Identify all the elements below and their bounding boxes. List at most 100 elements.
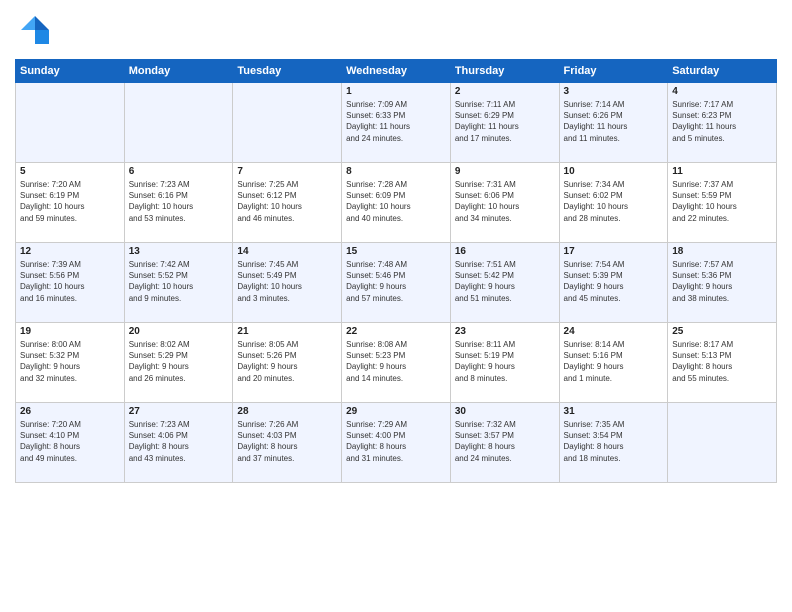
day-number: 23	[455, 326, 555, 337]
day-number: 30	[455, 406, 555, 417]
day-number: 20	[129, 326, 229, 337]
cell-sun-info: Sunrise: 7:34 AM Sunset: 6:02 PM Dayligh…	[564, 179, 664, 224]
day-number: 1	[346, 86, 446, 97]
weekday-header-monday: Monday	[124, 60, 233, 83]
week-row-3: 12 Sunrise: 7:39 AM Sunset: 5:56 PM Dayli…	[16, 243, 777, 323]
day-number: 26	[20, 406, 120, 417]
calendar-cell: 4 Sunrise: 7:17 AM Sunset: 6:23 PM Daylig…	[668, 83, 777, 163]
calendar-cell: 5 Sunrise: 7:20 AM Sunset: 6:19 PM Daylig…	[16, 163, 125, 243]
weekday-row: SundayMondayTuesdayWednesdayThursdayFrid…	[16, 60, 777, 83]
calendar-cell: 15 Sunrise: 7:48 AM Sunset: 5:46 PM Dayli…	[342, 243, 451, 323]
cell-sun-info: Sunrise: 7:20 AM Sunset: 6:19 PM Dayligh…	[20, 179, 120, 224]
cell-sun-info: Sunrise: 7:29 AM Sunset: 4:00 PM Dayligh…	[346, 419, 446, 464]
weekday-header-thursday: Thursday	[450, 60, 559, 83]
calendar-cell: 9Sunrise: 7:31 AM Sunset: 6:06 PM Daylig…	[450, 163, 559, 243]
calendar-table: SundayMondayTuesdayWednesdayThursdayFrid…	[15, 59, 777, 483]
day-number: 5	[20, 166, 120, 177]
calendar-cell: 25 Sunrise: 8:17 AM Sunset: 5:13 PM Dayli…	[668, 323, 777, 403]
day-number: 15	[346, 246, 446, 257]
calendar-cell: 10 Sunrise: 7:34 AM Sunset: 6:02 PM Dayli…	[559, 163, 668, 243]
day-number: 13	[129, 246, 229, 257]
cell-sun-info: Sunrise: 7:57 AM Sunset: 5:36 PM Dayligh…	[672, 259, 772, 304]
calendar-cell: 24 Sunrise: 8:14 AM Sunset: 5:16 PM Dayli…	[559, 323, 668, 403]
day-number: 27	[129, 406, 229, 417]
cell-sun-info: Sunrise: 7:20 AM Sunset: 4:10 PM Dayligh…	[20, 419, 120, 464]
calendar-cell	[16, 83, 125, 163]
cell-sun-info: Sunrise: 8:02 AM Sunset: 5:29 PM Dayligh…	[129, 339, 229, 384]
day-number: 6	[129, 166, 229, 177]
calendar-cell: 27 Sunrise: 7:23 AM Sunset: 4:06 PM Dayli…	[124, 403, 233, 483]
calendar-cell: 20 Sunrise: 8:02 AM Sunset: 5:29 PM Dayli…	[124, 323, 233, 403]
calendar-cell: 17 Sunrise: 7:54 AM Sunset: 5:39 PM Dayli…	[559, 243, 668, 323]
cell-sun-info: Sunrise: 8:11 AM Sunset: 5:19 PM Dayligh…	[455, 339, 555, 384]
day-number: 31	[564, 406, 664, 417]
weekday-header-tuesday: Tuesday	[233, 60, 342, 83]
weekday-header-saturday: Saturday	[668, 60, 777, 83]
cell-sun-info: Sunrise: 7:42 AM Sunset: 5:52 PM Dayligh…	[129, 259, 229, 304]
cell-sun-info: Sunrise: 8:05 AM Sunset: 5:26 PM Dayligh…	[237, 339, 337, 384]
cell-sun-info: Sunrise: 7:14 AM Sunset: 6:26 PM Dayligh…	[564, 99, 664, 144]
calendar-cell: 26 Sunrise: 7:20 AM Sunset: 4:10 PM Dayli…	[16, 403, 125, 483]
calendar-cell: 2 Sunrise: 7:11 AM Sunset: 6:29 PM Daylig…	[450, 83, 559, 163]
weekday-header-friday: Friday	[559, 60, 668, 83]
cell-sun-info: Sunrise: 7:39 AM Sunset: 5:56 PM Dayligh…	[20, 259, 120, 304]
weekday-header-sunday: Sunday	[16, 60, 125, 83]
weekday-header-wednesday: Wednesday	[342, 60, 451, 83]
day-number: 22	[346, 326, 446, 337]
calendar-cell: 18 Sunrise: 7:57 AM Sunset: 5:36 PM Dayli…	[668, 243, 777, 323]
cell-sun-info: Sunrise: 7:09 AM Sunset: 6:33 PM Dayligh…	[346, 99, 446, 144]
calendar-cell: 1 Sunrise: 7:09 AM Sunset: 6:33 PM Daylig…	[342, 83, 451, 163]
calendar-container: SundayMondayTuesdayWednesdayThursdayFrid…	[0, 0, 792, 488]
cell-sun-info: Sunrise: 8:14 AM Sunset: 5:16 PM Dayligh…	[564, 339, 664, 384]
cell-sun-info: Sunrise: 8:00 AM Sunset: 5:32 PM Dayligh…	[20, 339, 120, 384]
day-number: 25	[672, 326, 772, 337]
calendar-cell: 22Sunrise: 8:08 AM Sunset: 5:23 PM Dayli…	[342, 323, 451, 403]
day-number: 11	[672, 166, 772, 177]
cell-sun-info: Sunrise: 7:28 AM Sunset: 6:09 PM Dayligh…	[346, 179, 446, 224]
cell-sun-info: Sunrise: 7:25 AM Sunset: 6:12 PM Dayligh…	[237, 179, 337, 224]
day-number: 12	[20, 246, 120, 257]
header	[15, 10, 777, 51]
day-number: 9	[455, 166, 555, 177]
day-number: 28	[237, 406, 337, 417]
calendar-cell: 13 Sunrise: 7:42 AM Sunset: 5:52 PM Dayli…	[124, 243, 233, 323]
cell-sun-info: Sunrise: 7:35 AM Sunset: 3:54 PM Dayligh…	[564, 419, 664, 464]
calendar-cell: 23 Sunrise: 8:11 AM Sunset: 5:19 PM Dayli…	[450, 323, 559, 403]
cell-sun-info: Sunrise: 8:17 AM Sunset: 5:13 PM Dayligh…	[672, 339, 772, 384]
calendar-cell: 11 Sunrise: 7:37 AM Sunset: 5:59 PM Dayli…	[668, 163, 777, 243]
calendar-cell: 29Sunrise: 7:29 AM Sunset: 4:00 PM Dayli…	[342, 403, 451, 483]
cell-sun-info: Sunrise: 7:11 AM Sunset: 6:29 PM Dayligh…	[455, 99, 555, 144]
calendar-cell: 21Sunrise: 8:05 AM Sunset: 5:26 PM Dayli…	[233, 323, 342, 403]
week-row-1: 1 Sunrise: 7:09 AM Sunset: 6:33 PM Daylig…	[16, 83, 777, 163]
calendar-cell	[124, 83, 233, 163]
calendar-cell: 19Sunrise: 8:00 AM Sunset: 5:32 PM Dayli…	[16, 323, 125, 403]
day-number: 2	[455, 86, 555, 97]
cell-sun-info: Sunrise: 7:51 AM Sunset: 5:42 PM Dayligh…	[455, 259, 555, 304]
cell-sun-info: Sunrise: 7:17 AM Sunset: 6:23 PM Dayligh…	[672, 99, 772, 144]
day-number: 17	[564, 246, 664, 257]
cell-sun-info: Sunrise: 7:23 AM Sunset: 4:06 PM Dayligh…	[129, 419, 229, 464]
day-number: 24	[564, 326, 664, 337]
cell-sun-info: Sunrise: 7:23 AM Sunset: 6:16 PM Dayligh…	[129, 179, 229, 224]
calendar-cell: 8Sunrise: 7:28 AM Sunset: 6:09 PM Daylig…	[342, 163, 451, 243]
day-number: 3	[564, 86, 664, 97]
logo-icon	[15, 10, 51, 46]
calendar-cell	[233, 83, 342, 163]
calendar-cell: 31 Sunrise: 7:35 AM Sunset: 3:54 PM Dayli…	[559, 403, 668, 483]
calendar-cell: 28 Sunrise: 7:26 AM Sunset: 4:03 PM Dayli…	[233, 403, 342, 483]
day-number: 16	[455, 246, 555, 257]
cell-sun-info: Sunrise: 7:48 AM Sunset: 5:46 PM Dayligh…	[346, 259, 446, 304]
calendar-cell: 30Sunrise: 7:32 AM Sunset: 3:57 PM Dayli…	[450, 403, 559, 483]
cell-sun-info: Sunrise: 7:54 AM Sunset: 5:39 PM Dayligh…	[564, 259, 664, 304]
day-number: 10	[564, 166, 664, 177]
logo	[15, 10, 53, 51]
calendar-cell: 6 Sunrise: 7:23 AM Sunset: 6:16 PM Daylig…	[124, 163, 233, 243]
day-number: 4	[672, 86, 772, 97]
day-number: 18	[672, 246, 772, 257]
week-row-4: 19Sunrise: 8:00 AM Sunset: 5:32 PM Dayli…	[16, 323, 777, 403]
day-number: 7	[237, 166, 337, 177]
cell-sun-info: Sunrise: 7:26 AM Sunset: 4:03 PM Dayligh…	[237, 419, 337, 464]
calendar-cell: 16 Sunrise: 7:51 AM Sunset: 5:42 PM Dayli…	[450, 243, 559, 323]
calendar-cell: 12 Sunrise: 7:39 AM Sunset: 5:56 PM Dayli…	[16, 243, 125, 323]
cell-sun-info: Sunrise: 7:37 AM Sunset: 5:59 PM Dayligh…	[672, 179, 772, 224]
